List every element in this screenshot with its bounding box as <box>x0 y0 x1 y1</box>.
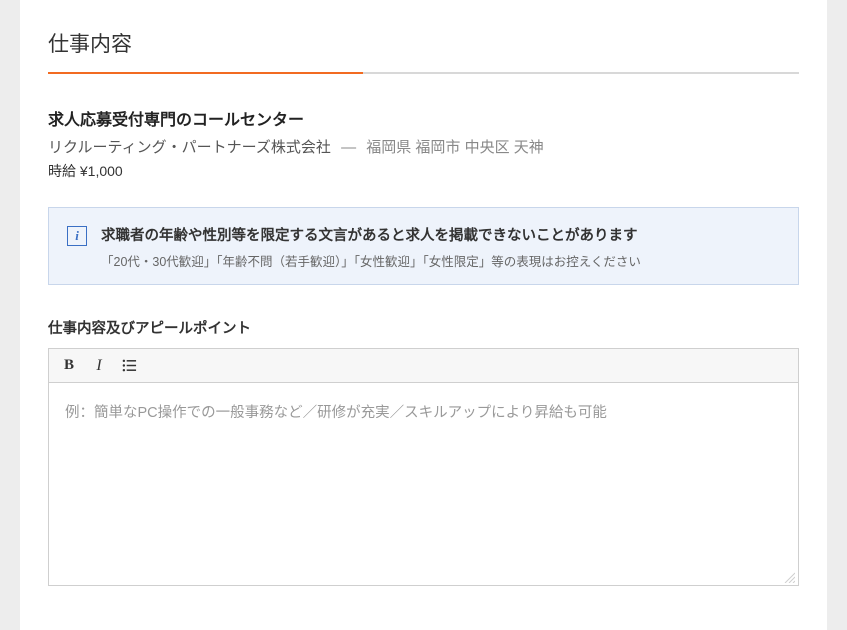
section-title: 仕事内容 <box>48 28 799 58</box>
info-subtitle: 「20代・30代歓迎」「年齢不問（若手歓迎）」「女性歓迎」「女性限定」等の表現は… <box>101 251 780 270</box>
bullet-list-button[interactable] <box>115 353 143 379</box>
job-content-card: 仕事内容 求人応募受付専門のコールセンター リクルーティング・パートナーズ株式会… <box>20 0 827 630</box>
resize-handle[interactable] <box>783 570 795 582</box>
separator: — <box>341 139 356 156</box>
title-underline <box>48 72 799 74</box>
company-name: リクルーティング・パートナーズ株式会社 <box>48 139 331 156</box>
job-title: 求人応募受付専門のコールセンター <box>48 106 799 130</box>
info-notice-box: i 求職者の年齢や性別等を限定する文言があると求人を掲載できないことがあります … <box>48 207 799 285</box>
editor-textarea[interactable]: 例：簡単なPC操作での一般事務など／研修が充実／スキルアップにより昇給も可能 <box>49 383 798 585</box>
job-location: 福岡県 福岡市 中央区 天神 <box>366 139 544 156</box>
job-salary: 時給 ¥1,000 <box>48 161 799 181</box>
editor-toolbar: B I <box>49 349 798 383</box>
rich-text-editor: B I 例：簡単なPC操作での一般事務など／研修が充実／スキルアップにより昇給も… <box>48 348 799 586</box>
info-icon-glyph: i <box>75 228 79 244</box>
info-title: 求職者の年齢や性別等を限定する文言があると求人を掲載できないことがあります <box>101 224 780 245</box>
editor-placeholder: 例：簡単なPC操作での一般事務など／研修が充実／スキルアップにより昇給も可能 <box>65 405 607 421</box>
company-location-row: リクルーティング・パートナーズ株式会社 — 福岡県 福岡市 中央区 天神 <box>48 136 799 157</box>
field-label: 仕事内容及びアピールポイント <box>48 317 799 338</box>
resize-icon <box>783 571 795 583</box>
info-icon: i <box>67 226 87 246</box>
info-content: 求職者の年齢や性別等を限定する文言があると求人を掲載できないことがあります 「2… <box>101 224 780 270</box>
italic-button[interactable]: I <box>85 353 113 379</box>
bullet-list-icon <box>122 358 137 373</box>
bold-button[interactable]: B <box>55 353 83 379</box>
